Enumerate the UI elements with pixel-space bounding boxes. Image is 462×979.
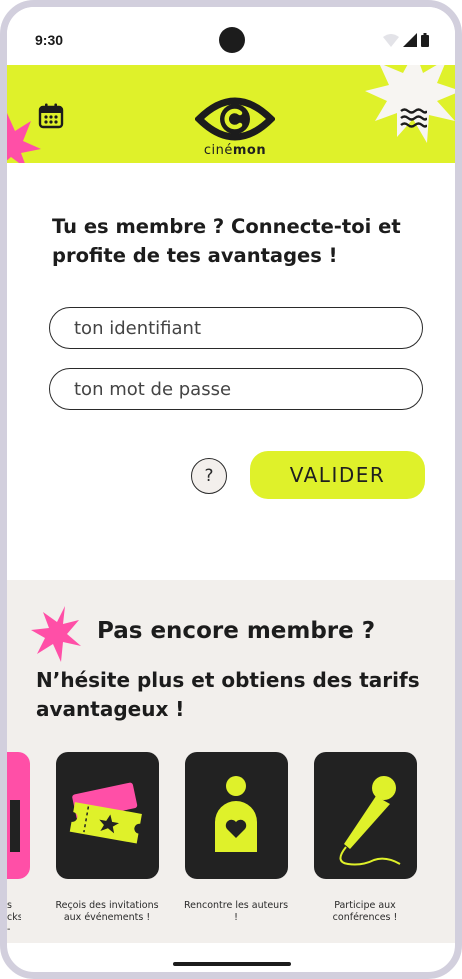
benefit-label-partial: s cks - — [7, 900, 21, 935]
login-title: Tu es membre ? Connecte-toi et profite d… — [52, 215, 401, 267]
signal-icon — [403, 33, 417, 47]
pink-burst-icon — [31, 606, 81, 662]
benefit-card-authors[interactable] — [185, 752, 288, 879]
status-bar: 9:30 — [7, 7, 455, 65]
validate-button[interactable]: VALIDER — [250, 451, 425, 499]
help-button[interactable]: ? — [191, 458, 227, 494]
person-heart-icon — [215, 776, 257, 852]
validate-label: VALIDER — [289, 463, 386, 487]
pink-burst-decoration — [7, 113, 41, 163]
benefit-card-partial[interactable] — [7, 752, 30, 879]
calendar-icon[interactable] — [38, 103, 64, 129]
microphone-icon — [339, 776, 401, 866]
cinemon-eye-logo[interactable] — [195, 93, 275, 147]
benefit-label-authors: Rencontre les auteurs ! — [183, 900, 289, 923]
benefits-carousel[interactable]: s cks - Reçois des invitations aux événe… — [7, 752, 455, 942]
status-time: 9:30 — [35, 32, 64, 48]
promo-subtitle: N’hésite plus et obtiens des tarifs avan… — [36, 668, 420, 721]
battery-icon — [421, 33, 429, 47]
password-field[interactable] — [49, 368, 423, 410]
phone-frame: 9:30 cinémon Tu es membre ? Connecte-toi… — [0, 0, 462, 979]
promo-section: Pas encore membre ? N’hésite plus et obt… — [7, 580, 455, 943]
wave-menu-icon[interactable] — [399, 107, 427, 129]
password-input[interactable] — [50, 369, 422, 409]
app-header: cinémon — [7, 65, 455, 163]
help-label: ? — [204, 466, 214, 486]
brand-name: cinémon — [192, 143, 278, 158]
brand-suffix: mon — [232, 143, 267, 158]
system-icons — [383, 33, 429, 47]
username-input[interactable] — [50, 308, 422, 348]
wifi-icon — [383, 34, 399, 47]
benefit-card-conferences[interactable] — [314, 752, 417, 879]
benefit-label-invitations: Reçois des invitations aux événements ! — [55, 900, 159, 923]
tickets-icon — [69, 782, 142, 844]
brand-prefix: ciné — [203, 143, 233, 158]
benefit-label-conferences: Participe aux conférences ! — [332, 900, 398, 923]
benefit-card-invitations[interactable] — [56, 752, 159, 879]
promo-title: Pas encore membre ? — [97, 618, 376, 644]
gesture-nav-bar[interactable] — [173, 962, 291, 966]
username-field[interactable] — [49, 307, 423, 349]
camera-cutout — [219, 27, 245, 53]
